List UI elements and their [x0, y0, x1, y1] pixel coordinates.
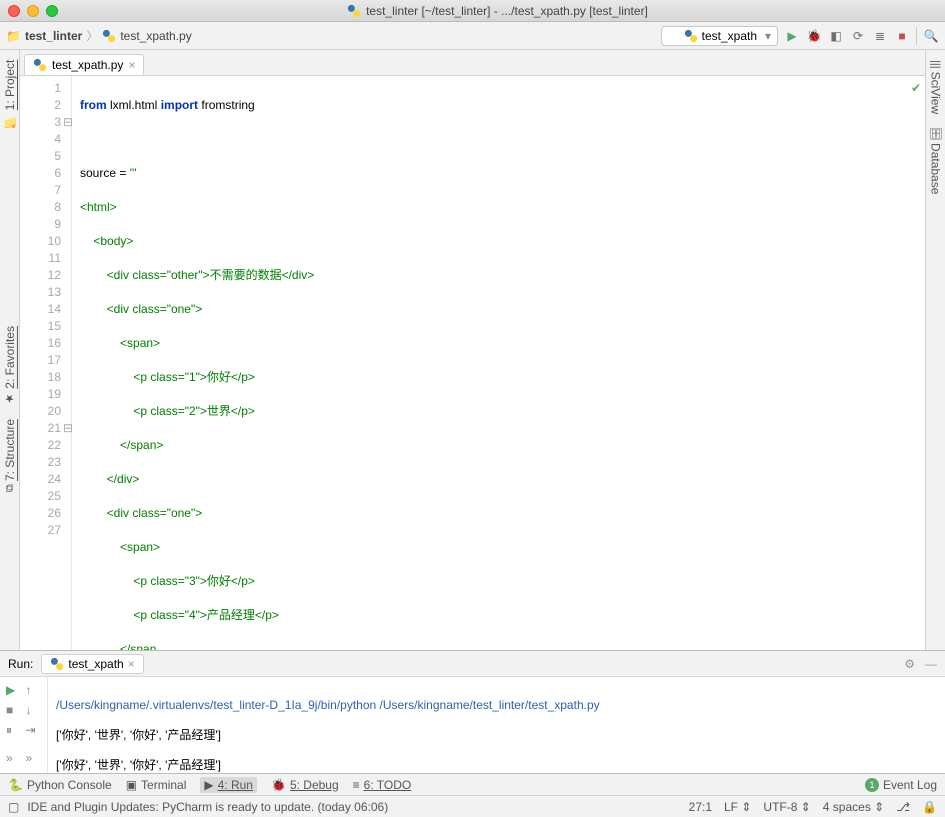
close-run-tab-icon[interactable]: × — [128, 657, 135, 671]
quick-list-icon[interactable]: ▢ — [8, 800, 19, 814]
main-toolbar: 📁 test_linter 〉 test_xpath.py test_xpath… — [0, 22, 945, 50]
structure-tool-tab[interactable]: ⧉ 7: Structure — [1, 413, 19, 498]
more-button[interactable]: » — [26, 751, 42, 767]
editor[interactable]: ✔ 12345678910111213141516171819202122232… — [20, 76, 925, 650]
python-icon — [33, 58, 47, 72]
code-content[interactable]: from lxml.html import fromstring source … — [72, 76, 925, 650]
editor-tabs: test_xpath.py × — [20, 50, 925, 76]
fold-end-icon[interactable]: ⊟ — [63, 420, 73, 437]
event-log-button[interactable]: 1 Event Log — [865, 778, 937, 792]
editor-tab-active[interactable]: test_xpath.py × — [24, 54, 144, 75]
stop-button[interactable]: ■ — [894, 28, 910, 44]
editor-area: test_xpath.py × ✔ 1234567891011121314151… — [20, 50, 925, 650]
window-titlebar: test_linter [~/test_linter] - .../test_x… — [0, 0, 945, 22]
window-controls — [8, 5, 58, 17]
database-tool-tab[interactable]: 🗄 Database — [927, 120, 945, 200]
search-everywhere-button[interactable]: 🔍 — [923, 28, 939, 44]
pause-button[interactable]: ⏸ — [6, 723, 22, 740]
coverage-button[interactable]: ◧ — [828, 28, 844, 44]
encoding[interactable]: UTF-8 ⇕ — [763, 800, 810, 814]
profile-button[interactable]: ⟳ — [850, 28, 866, 44]
status-message: IDE and Plugin Updates: PyCharm is ready… — [27, 800, 388, 814]
run-output[interactable]: /Users/kingname/.virtualenvs/test_linter… — [48, 677, 945, 773]
python-console-button[interactable]: 🐍 Python Console — [8, 777, 112, 793]
rerun-button[interactable]: ▶ — [6, 683, 22, 699]
sciview-tool-tab[interactable]: ||| SciView — [927, 54, 945, 120]
run-tab[interactable]: test_xpath × — [41, 654, 143, 674]
run-tool-button[interactable]: ▶ 4: Run — [200, 777, 257, 793]
settings-icon[interactable]: ⚙ — [904, 657, 915, 671]
left-tool-strip: 📁 1: Project ★ 2: Favorites ⧉ 7: Structu… — [0, 50, 20, 650]
concurrency-button[interactable]: ≣ — [872, 28, 888, 44]
event-badge: 1 — [865, 778, 879, 792]
breadcrumb-file[interactable]: test_xpath.py — [120, 29, 191, 43]
fold-start-icon[interactable]: ⊟ — [63, 114, 73, 131]
debug-button[interactable]: 🐞 — [806, 28, 822, 44]
soft-wrap-button[interactable]: ⇥ — [26, 723, 42, 740]
close-tab-icon[interactable]: × — [128, 58, 135, 72]
right-tool-strip: ||| SciView 🗄 Database — [925, 50, 945, 650]
todo-tool-button[interactable]: ≡ 6: TODO — [353, 777, 412, 793]
debug-tool-button[interactable]: 🐞 5: Debug — [271, 777, 339, 793]
chevron-down-icon: ▾ — [765, 29, 771, 43]
gutter[interactable]: 1234567891011121314151617181920212223242… — [20, 76, 72, 650]
breadcrumb-project[interactable]: test_linter — [25, 29, 82, 43]
close-window-button[interactable] — [8, 5, 20, 17]
run-tool-header: Run: test_xpath × ⚙ — — [0, 651, 945, 677]
run-tool-window: Run: test_xpath × ⚙ — ▶ ↑ ■ ↓ ⏸ ⇥ » » /U… — [0, 650, 945, 773]
hide-panel-icon[interactable]: — — [925, 657, 937, 671]
caret-position[interactable]: 27:1 — [689, 800, 712, 814]
stop-button[interactable]: ■ — [6, 703, 22, 719]
inspection-ok-icon: ✔ — [911, 80, 921, 97]
project-tool-tab[interactable]: 📁 1: Project — [1, 54, 19, 134]
python-icon — [684, 29, 698, 43]
lock-icon[interactable]: 🔒 — [922, 800, 937, 814]
minimize-window-button[interactable] — [27, 5, 39, 17]
python-icon — [102, 29, 116, 43]
python-icon — [347, 4, 361, 18]
status-bar: ▢ IDE and Plugin Updates: PyCharm is rea… — [0, 795, 945, 817]
window-title: test_linter [~/test_linter] - .../test_x… — [58, 4, 937, 18]
breadcrumb[interactable]: 📁 test_linter 〉 test_xpath.py — [6, 27, 192, 44]
line-ending[interactable]: LF ⇕ — [724, 800, 751, 814]
git-branch[interactable]: ⎇ — [896, 800, 910, 814]
run-side-controls: ▶ ↑ ■ ↓ ⏸ ⇥ » » — [0, 677, 48, 773]
run-label: Run: — [8, 657, 33, 671]
indent[interactable]: 4 spaces ⇕ — [823, 800, 884, 814]
down-button[interactable]: ↓ — [26, 703, 42, 719]
run-config-selector[interactable]: test_xpath ▾ — [661, 26, 778, 46]
bottom-tool-bar: 🐍 Python Console ▣ Terminal ▶ 4: Run 🐞 5… — [0, 773, 945, 795]
python-icon — [50, 657, 64, 671]
favorites-tool-tab[interactable]: ★ 2: Favorites — [1, 320, 19, 411]
up-button[interactable]: ↑ — [26, 683, 42, 699]
run-button[interactable]: ▶ — [784, 28, 800, 44]
expand-button[interactable]: » — [6, 751, 22, 767]
breadcrumb-separator: 〉 — [86, 27, 98, 44]
folder-icon: 📁 — [6, 29, 21, 43]
main-area: 📁 1: Project ★ 2: Favorites ⧉ 7: Structu… — [0, 50, 945, 650]
zoom-window-button[interactable] — [46, 5, 58, 17]
terminal-button[interactable]: ▣ Terminal — [126, 777, 187, 793]
